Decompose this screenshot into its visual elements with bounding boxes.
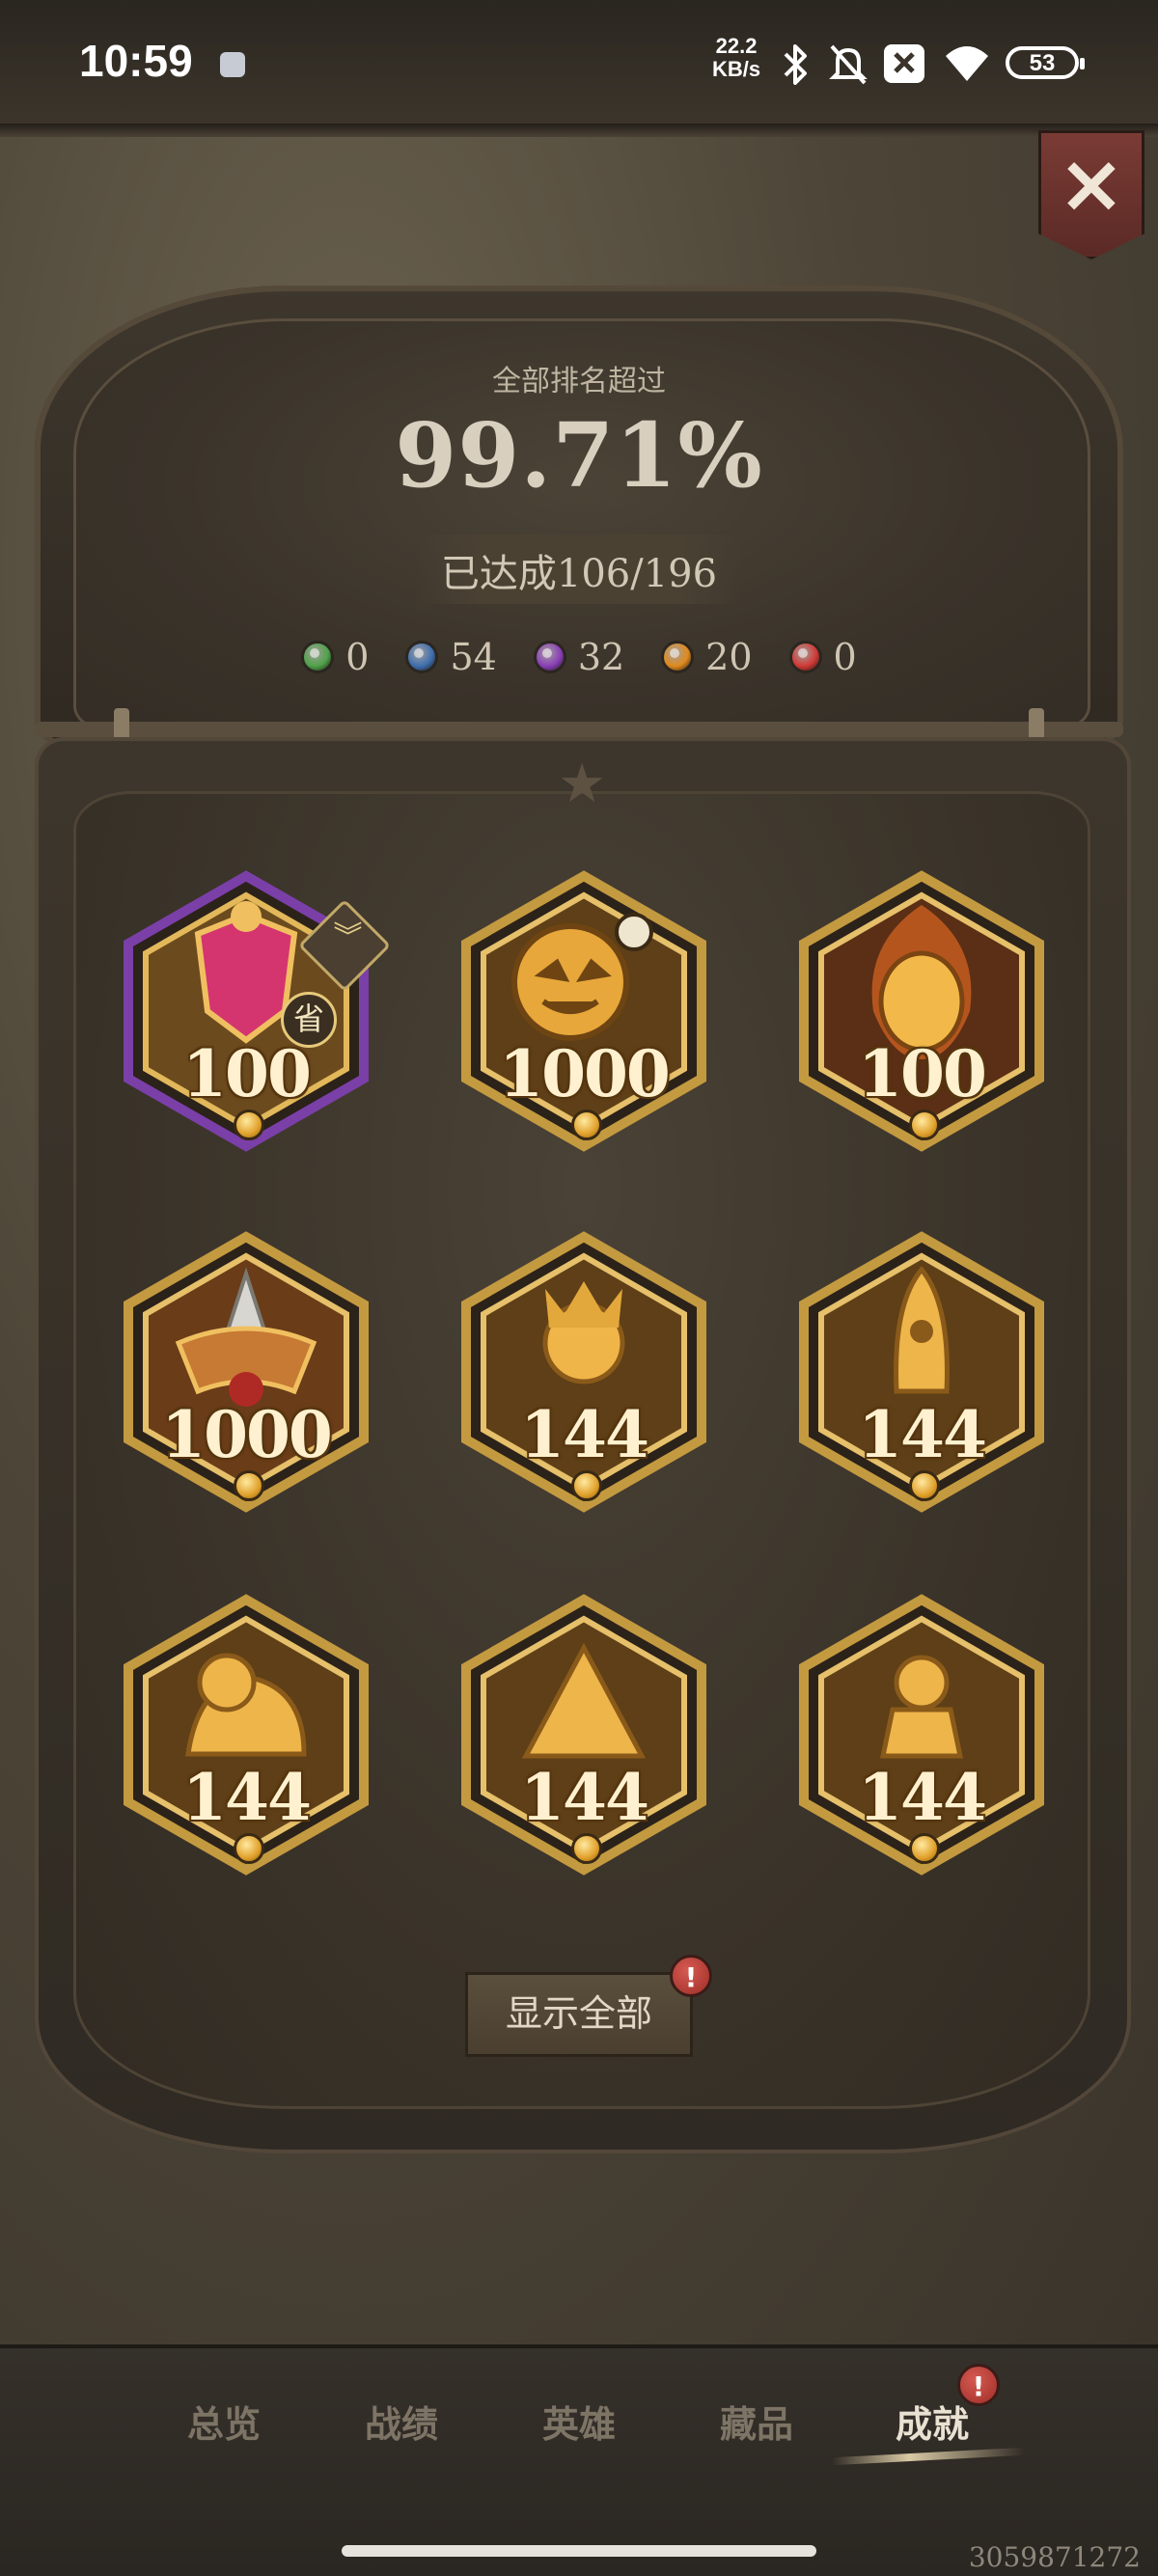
close-box-icon: [884, 44, 924, 83]
tab-overview[interactable]: 总览: [166, 2395, 282, 2448]
gem-counts: 0 54 32 20 0: [0, 633, 1158, 681]
gem-red: 0: [788, 636, 857, 678]
achievement-badge[interactable]: 1000: [111, 1227, 381, 1517]
badge-count: 144: [520, 1397, 649, 1472]
achievement-badge[interactable]: 100: [786, 866, 1057, 1156]
top-ledge: [0, 123, 1158, 137]
badge-count: 144: [858, 1760, 987, 1835]
gold-bead-icon: [571, 1110, 602, 1140]
badge-count: 1000: [161, 1397, 333, 1472]
gem-green: 0: [301, 636, 369, 678]
rank-label: 全部排名超过: [492, 365, 666, 398]
status-bar: 10:59 22.2 KB/s 53: [0, 0, 1158, 125]
gem-count: 32: [577, 636, 625, 678]
home-indicator[interactable]: [342, 2545, 816, 2557]
badge-count: 144: [182, 1760, 312, 1835]
achievement-badge[interactable]: 144: [786, 1590, 1057, 1879]
tab-heroes[interactable]: 英雄: [521, 2395, 637, 2448]
tab-record[interactable]: 战绩: [344, 2395, 459, 2448]
tab-collection[interactable]: 藏品: [699, 2395, 814, 2448]
achievement-badge[interactable]: 144: [786, 1227, 1057, 1517]
badge-count: 1000: [499, 1036, 671, 1111]
badge-count: 144: [520, 1760, 649, 1835]
battery-icon: 53: [1006, 46, 1085, 79]
gold-bead-icon: [571, 1470, 602, 1501]
network-speed: 22.2 KB/s: [712, 35, 760, 81]
gold-bead-icon: [909, 1833, 940, 1864]
gem-blue: 54: [405, 636, 497, 678]
gold-bead-icon: [909, 1470, 940, 1501]
green-gem-icon: [301, 641, 335, 673]
achieved-count: 已达成106/196: [440, 552, 718, 596]
gold-bead-icon: [234, 1833, 264, 1864]
achievement-badge[interactable]: ︾ 省 100: [111, 866, 392, 1156]
network-speed-value: 22.2: [715, 34, 758, 58]
gem-count: 20: [705, 636, 753, 678]
status-time: 10:59: [79, 36, 193, 86]
star-ornament-icon: ★: [558, 753, 607, 815]
gem-count: 0: [833, 636, 857, 678]
app-notification-icon: [220, 52, 245, 77]
user-id-watermark: 3059871272: [968, 2541, 1141, 2573]
badge-count: 144: [858, 1397, 987, 1472]
close-icon: ×: [1057, 136, 1126, 231]
wifi-icon: [946, 46, 988, 81]
bluetooth-icon: [784, 44, 807, 85]
chevron-double-down-icon: ︾: [333, 920, 363, 955]
divider-ledge: [35, 722, 1123, 737]
purple-gem-icon: [533, 641, 566, 673]
network-speed-unit: KB/s: [712, 57, 761, 81]
achievement-badge[interactable]: 1000: [449, 866, 719, 1156]
badge-count: 100: [182, 1036, 312, 1111]
gem-count: 0: [345, 636, 370, 678]
gold-bead-icon: [909, 1110, 940, 1140]
achievement-badge[interactable]: 144: [111, 1590, 381, 1879]
orange-gem-icon: [661, 641, 695, 673]
achievement-badge[interactable]: 144: [449, 1227, 719, 1517]
gold-bead-icon: [234, 1470, 264, 1501]
achievement-badge[interactable]: 144: [449, 1590, 719, 1879]
rank-value: 99.71%: [395, 403, 763, 507]
mute-icon: [829, 44, 868, 85]
gold-bead-icon: [234, 1110, 264, 1140]
gem-count: 54: [450, 636, 497, 678]
gem-orange: 20: [661, 636, 753, 678]
tab-alert-icon: !: [957, 2364, 1000, 2406]
red-gem-icon: [788, 641, 822, 673]
badge-count: 100: [858, 1036, 987, 1111]
gold-bead-icon: [571, 1833, 602, 1864]
blue-gem-icon: [405, 641, 439, 673]
gem-purple: 32: [533, 636, 625, 678]
show-all-button[interactable]: 显示全部: [465, 1972, 693, 2057]
alert-icon: !: [670, 1955, 712, 1997]
close-button[interactable]: ×: [1038, 130, 1144, 260]
